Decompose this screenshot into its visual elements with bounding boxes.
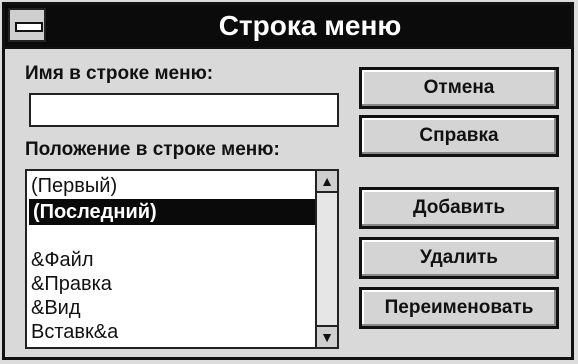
arrow-down-icon[interactable]: ▼ [317, 325, 337, 347]
help-button[interactable]: Справка [359, 115, 559, 157]
add-button[interactable]: Добавить [359, 187, 559, 229]
title-bar: Строка меню [5, 5, 571, 49]
position-label: Положение в строке меню: [25, 139, 280, 160]
menu-bar-dialog: Строка меню Имя в строке меню: Положение… [2, 2, 574, 360]
system-menu-bar [15, 22, 43, 32]
menu-position-list[interactable]: (Первый) (Последний) &Файл &Правка &Вид … [25, 169, 339, 349]
dialog-title: Строка меню [218, 10, 402, 41]
list-item[interactable]: &Файл [31, 247, 94, 273]
list-item[interactable]: (Первый) [31, 173, 117, 199]
arrow-up-icon[interactable]: ▲ [317, 171, 337, 193]
list-item[interactable]: &Правка [31, 271, 112, 297]
delete-button[interactable]: Удалить [359, 237, 559, 279]
list-item[interactable]: Вставк&а [31, 319, 118, 345]
list-item[interactable]: &Вид [31, 295, 81, 321]
rename-button[interactable]: Переименовать [359, 287, 559, 329]
menu-name-input[interactable] [29, 93, 339, 127]
list-scrollbar[interactable]: ▲ ▼ [315, 171, 337, 347]
name-label: Имя в строке меню: [25, 63, 214, 84]
list-item-selected[interactable]: (Последний) [29, 199, 315, 225]
system-menu-icon[interactable] [8, 8, 46, 42]
cancel-button[interactable]: Отмена [359, 67, 559, 109]
